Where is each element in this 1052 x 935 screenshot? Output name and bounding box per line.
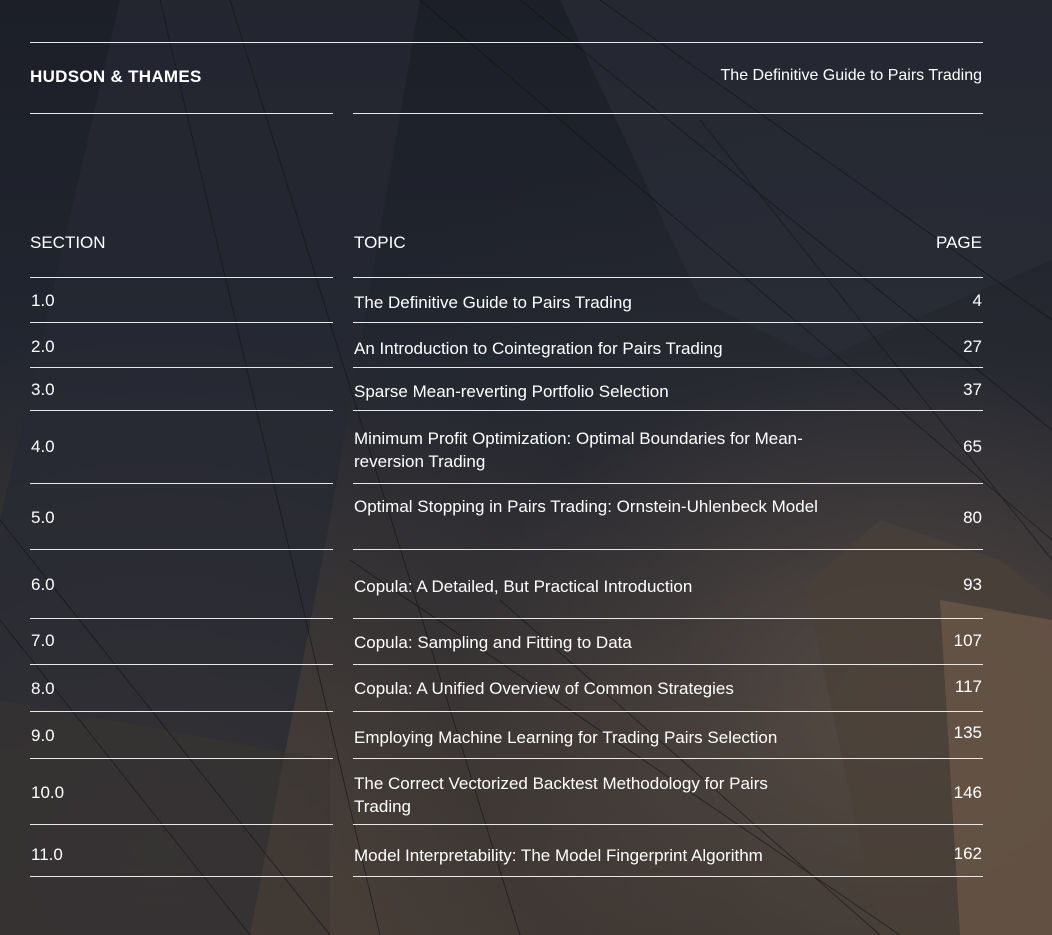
section-number: 4.0 [31, 437, 55, 456]
brand-logo-text: HUDSON & THAMES [30, 67, 202, 86]
row-rule-right [353, 664, 983, 665]
row-rule-right [353, 758, 983, 759]
page-number: 117 [954, 677, 982, 696]
page-number: 80 [963, 508, 982, 527]
row-rule-left [30, 277, 333, 278]
row-rule-left [30, 322, 333, 323]
topic-title: Copula: A Detailed, But Practical Introd… [354, 577, 693, 596]
section-number: 3.0 [31, 380, 55, 399]
row-rule-right [353, 367, 983, 368]
column-header-topic: TOPIC [354, 233, 406, 252]
page-number: 27 [963, 337, 982, 356]
section-number: 8.0 [31, 679, 55, 698]
document-title: The Definitive Guide to Pairs Trading [720, 67, 982, 84]
row-rule-right [353, 410, 983, 411]
row-rule-left [30, 711, 333, 712]
page-number: 135 [953, 723, 982, 742]
row-rule-left [30, 824, 333, 825]
row-rule-right [353, 876, 983, 877]
row-rule-left [30, 367, 333, 368]
row-rule-right [353, 711, 983, 712]
row-rule-left [30, 549, 333, 550]
row-rule-left [30, 876, 333, 877]
header-rule-right [353, 113, 983, 114]
page-number: 107 [953, 631, 982, 650]
section-number: 7.0 [31, 631, 55, 650]
row-rule-left [30, 758, 333, 759]
row-rule-right [353, 618, 983, 619]
section-number: 2.0 [31, 337, 55, 356]
topic-title: An Introduction to Cointegration for Pai… [354, 339, 723, 358]
topic-title: Employing Machine Learning for Trading P… [354, 728, 778, 747]
section-number: 6.0 [31, 575, 55, 594]
page-number: 162 [953, 844, 982, 863]
topic-title: Optimal Stopping in Pairs Trading: Ornst… [354, 497, 818, 516]
top-rule [30, 42, 983, 43]
page-number: 4 [972, 291, 982, 310]
row-rule-right [353, 549, 983, 550]
row-rule-left [30, 618, 333, 619]
row-rule-right [353, 322, 983, 323]
section-number: 5.0 [31, 508, 55, 527]
section-number: 11.0 [31, 845, 63, 864]
section-number: 1.0 [31, 291, 55, 310]
topic-title: The Definitive Guide to Pairs Trading [354, 293, 632, 312]
column-header-section: SECTION [30, 233, 106, 252]
topic-title: Minimum Profit Optimization: Optimal Bou… [354, 429, 803, 471]
column-header-page: PAGE [936, 233, 982, 252]
header-rule-left [30, 113, 333, 114]
topic-title: Sparse Mean-reverting Portfolio Selectio… [354, 382, 669, 401]
section-number: 10.0 [31, 783, 65, 802]
topic-title: Model Interpretability: The Model Finger… [354, 846, 763, 865]
section-number: 9.0 [31, 726, 55, 745]
topic-title: The Correct Vectorized Backtest Methodol… [354, 774, 768, 816]
row-rule-right [353, 277, 983, 278]
page-number: 65 [963, 437, 982, 456]
row-rule-left [30, 664, 333, 665]
topic-title: Copula: Sampling and Fitting to Data [354, 633, 632, 652]
row-rule-left [30, 410, 333, 411]
row-rule-right [353, 483, 983, 484]
topic-title: Copula: A Unified Overview of Common Str… [354, 679, 734, 698]
row-rule-right [353, 824, 983, 825]
page-number: 93 [963, 575, 982, 594]
page-number: 146 [953, 783, 982, 802]
page-number: 37 [963, 380, 982, 399]
row-rule-left [30, 483, 333, 484]
